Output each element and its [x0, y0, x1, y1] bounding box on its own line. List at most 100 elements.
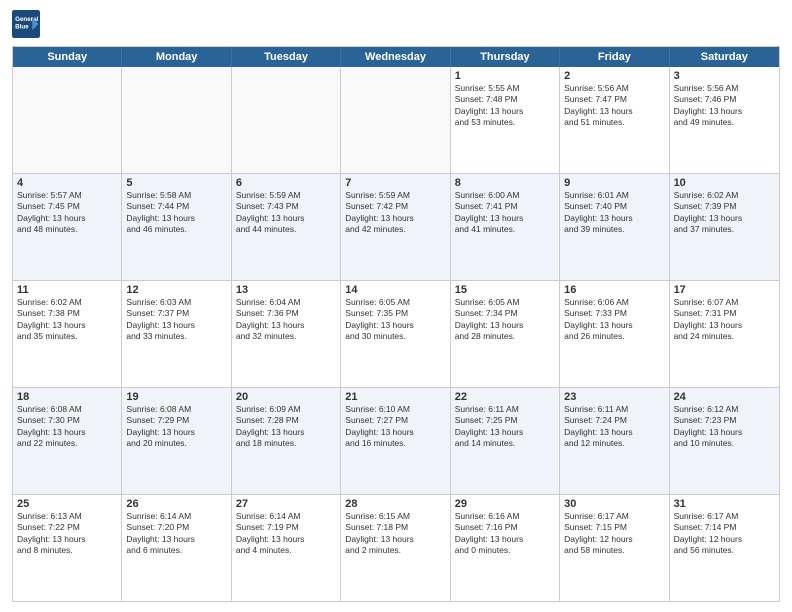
- calendar-day-27: 27Sunrise: 6:14 AM Sunset: 7:19 PM Dayli…: [232, 495, 341, 601]
- day-number: 12: [126, 284, 226, 296]
- day-number: 21: [345, 391, 445, 403]
- calendar-day-11: 11Sunrise: 6:02 AM Sunset: 7:38 PM Dayli…: [13, 281, 122, 387]
- header-day-friday: Friday: [560, 47, 669, 67]
- day-info: Sunrise: 5:58 AM Sunset: 7:44 PM Dayligh…: [126, 190, 226, 236]
- day-info: Sunrise: 6:11 AM Sunset: 7:25 PM Dayligh…: [455, 404, 555, 450]
- day-info: Sunrise: 6:12 AM Sunset: 7:23 PM Dayligh…: [674, 404, 775, 450]
- day-info: Sunrise: 5:59 AM Sunset: 7:43 PM Dayligh…: [236, 190, 336, 236]
- calendar-day-12: 12Sunrise: 6:03 AM Sunset: 7:37 PM Dayli…: [122, 281, 231, 387]
- calendar-day-13: 13Sunrise: 6:04 AM Sunset: 7:36 PM Dayli…: [232, 281, 341, 387]
- day-number: 8: [455, 177, 555, 189]
- day-number: 22: [455, 391, 555, 403]
- day-number: 2: [564, 70, 664, 82]
- calendar-day-18: 18Sunrise: 6:08 AM Sunset: 7:30 PM Dayli…: [13, 388, 122, 494]
- calendar-cell-empty-0-0: [13, 67, 122, 173]
- day-number: 5: [126, 177, 226, 189]
- day-info: Sunrise: 6:08 AM Sunset: 7:30 PM Dayligh…: [17, 404, 117, 450]
- day-number: 24: [674, 391, 775, 403]
- calendar-day-8: 8Sunrise: 6:00 AM Sunset: 7:41 PM Daylig…: [451, 174, 560, 280]
- day-info: Sunrise: 6:13 AM Sunset: 7:22 PM Dayligh…: [17, 511, 117, 557]
- calendar-day-24: 24Sunrise: 6:12 AM Sunset: 7:23 PM Dayli…: [670, 388, 779, 494]
- day-number: 15: [455, 284, 555, 296]
- calendar-row-4: 25Sunrise: 6:13 AM Sunset: 7:22 PM Dayli…: [13, 494, 779, 601]
- calendar: SundayMondayTuesdayWednesdayThursdayFrid…: [12, 46, 780, 602]
- day-info: Sunrise: 6:16 AM Sunset: 7:16 PM Dayligh…: [455, 511, 555, 557]
- day-info: Sunrise: 6:04 AM Sunset: 7:36 PM Dayligh…: [236, 297, 336, 343]
- calendar-day-5: 5Sunrise: 5:58 AM Sunset: 7:44 PM Daylig…: [122, 174, 231, 280]
- day-info: Sunrise: 6:11 AM Sunset: 7:24 PM Dayligh…: [564, 404, 664, 450]
- calendar-day-4: 4Sunrise: 5:57 AM Sunset: 7:45 PM Daylig…: [13, 174, 122, 280]
- header-day-tuesday: Tuesday: [232, 47, 341, 67]
- svg-text:Blue: Blue: [15, 24, 29, 31]
- calendar-row-0: 1Sunrise: 5:55 AM Sunset: 7:48 PM Daylig…: [13, 67, 779, 173]
- calendar-day-15: 15Sunrise: 6:05 AM Sunset: 7:34 PM Dayli…: [451, 281, 560, 387]
- day-number: 10: [674, 177, 775, 189]
- calendar-cell-empty-0-2: [232, 67, 341, 173]
- day-number: 28: [345, 498, 445, 510]
- day-number: 29: [455, 498, 555, 510]
- logo-icon: General Blue: [12, 10, 40, 38]
- day-info: Sunrise: 6:03 AM Sunset: 7:37 PM Dayligh…: [126, 297, 226, 343]
- calendar-day-14: 14Sunrise: 6:05 AM Sunset: 7:35 PM Dayli…: [341, 281, 450, 387]
- day-number: 27: [236, 498, 336, 510]
- calendar-day-9: 9Sunrise: 6:01 AM Sunset: 7:40 PM Daylig…: [560, 174, 669, 280]
- calendar-day-21: 21Sunrise: 6:10 AM Sunset: 7:27 PM Dayli…: [341, 388, 450, 494]
- calendar-cell-empty-0-1: [122, 67, 231, 173]
- calendar-day-16: 16Sunrise: 6:06 AM Sunset: 7:33 PM Dayli…: [560, 281, 669, 387]
- calendar-day-10: 10Sunrise: 6:02 AM Sunset: 7:39 PM Dayli…: [670, 174, 779, 280]
- day-number: 25: [17, 498, 117, 510]
- day-info: Sunrise: 6:08 AM Sunset: 7:29 PM Dayligh…: [126, 404, 226, 450]
- day-number: 3: [674, 70, 775, 82]
- day-info: Sunrise: 6:09 AM Sunset: 7:28 PM Dayligh…: [236, 404, 336, 450]
- day-number: 23: [564, 391, 664, 403]
- day-number: 19: [126, 391, 226, 403]
- calendar-day-17: 17Sunrise: 6:07 AM Sunset: 7:31 PM Dayli…: [670, 281, 779, 387]
- calendar-day-22: 22Sunrise: 6:11 AM Sunset: 7:25 PM Dayli…: [451, 388, 560, 494]
- day-info: Sunrise: 6:01 AM Sunset: 7:40 PM Dayligh…: [564, 190, 664, 236]
- day-number: 9: [564, 177, 664, 189]
- day-number: 13: [236, 284, 336, 296]
- day-number: 18: [17, 391, 117, 403]
- logo: General Blue: [12, 10, 44, 38]
- day-info: Sunrise: 5:57 AM Sunset: 7:45 PM Dayligh…: [17, 190, 117, 236]
- day-number: 26: [126, 498, 226, 510]
- day-info: Sunrise: 5:56 AM Sunset: 7:46 PM Dayligh…: [674, 83, 775, 129]
- day-info: Sunrise: 6:14 AM Sunset: 7:19 PM Dayligh…: [236, 511, 336, 557]
- header-day-sunday: Sunday: [13, 47, 122, 67]
- day-info: Sunrise: 6:15 AM Sunset: 7:18 PM Dayligh…: [345, 511, 445, 557]
- calendar-day-2: 2Sunrise: 5:56 AM Sunset: 7:47 PM Daylig…: [560, 67, 669, 173]
- calendar-day-1: 1Sunrise: 5:55 AM Sunset: 7:48 PM Daylig…: [451, 67, 560, 173]
- page-header: General Blue: [12, 10, 780, 38]
- day-info: Sunrise: 6:07 AM Sunset: 7:31 PM Dayligh…: [674, 297, 775, 343]
- calendar-body: 1Sunrise: 5:55 AM Sunset: 7:48 PM Daylig…: [13, 67, 779, 601]
- header-day-thursday: Thursday: [451, 47, 560, 67]
- day-number: 31: [674, 498, 775, 510]
- day-info: Sunrise: 5:56 AM Sunset: 7:47 PM Dayligh…: [564, 83, 664, 129]
- day-info: Sunrise: 6:14 AM Sunset: 7:20 PM Dayligh…: [126, 511, 226, 557]
- calendar-day-6: 6Sunrise: 5:59 AM Sunset: 7:43 PM Daylig…: [232, 174, 341, 280]
- calendar-day-28: 28Sunrise: 6:15 AM Sunset: 7:18 PM Dayli…: [341, 495, 450, 601]
- calendar-header: SundayMondayTuesdayWednesdayThursdayFrid…: [13, 47, 779, 67]
- day-info: Sunrise: 6:02 AM Sunset: 7:39 PM Dayligh…: [674, 190, 775, 236]
- day-info: Sunrise: 6:17 AM Sunset: 7:14 PM Dayligh…: [674, 511, 775, 557]
- day-number: 16: [564, 284, 664, 296]
- day-number: 17: [674, 284, 775, 296]
- day-number: 20: [236, 391, 336, 403]
- calendar-cell-empty-0-3: [341, 67, 450, 173]
- calendar-row-2: 11Sunrise: 6:02 AM Sunset: 7:38 PM Dayli…: [13, 280, 779, 387]
- calendar-row-3: 18Sunrise: 6:08 AM Sunset: 7:30 PM Dayli…: [13, 387, 779, 494]
- day-info: Sunrise: 6:06 AM Sunset: 7:33 PM Dayligh…: [564, 297, 664, 343]
- day-info: Sunrise: 6:17 AM Sunset: 7:15 PM Dayligh…: [564, 511, 664, 557]
- header-day-wednesday: Wednesday: [341, 47, 450, 67]
- calendar-day-26: 26Sunrise: 6:14 AM Sunset: 7:20 PM Dayli…: [122, 495, 231, 601]
- day-number: 7: [345, 177, 445, 189]
- header-day-monday: Monday: [122, 47, 231, 67]
- day-info: Sunrise: 6:10 AM Sunset: 7:27 PM Dayligh…: [345, 404, 445, 450]
- day-info: Sunrise: 6:05 AM Sunset: 7:34 PM Dayligh…: [455, 297, 555, 343]
- day-info: Sunrise: 5:59 AM Sunset: 7:42 PM Dayligh…: [345, 190, 445, 236]
- day-info: Sunrise: 5:55 AM Sunset: 7:48 PM Dayligh…: [455, 83, 555, 129]
- calendar-day-30: 30Sunrise: 6:17 AM Sunset: 7:15 PM Dayli…: [560, 495, 669, 601]
- calendar-day-23: 23Sunrise: 6:11 AM Sunset: 7:24 PM Dayli…: [560, 388, 669, 494]
- day-number: 11: [17, 284, 117, 296]
- calendar-row-1: 4Sunrise: 5:57 AM Sunset: 7:45 PM Daylig…: [13, 173, 779, 280]
